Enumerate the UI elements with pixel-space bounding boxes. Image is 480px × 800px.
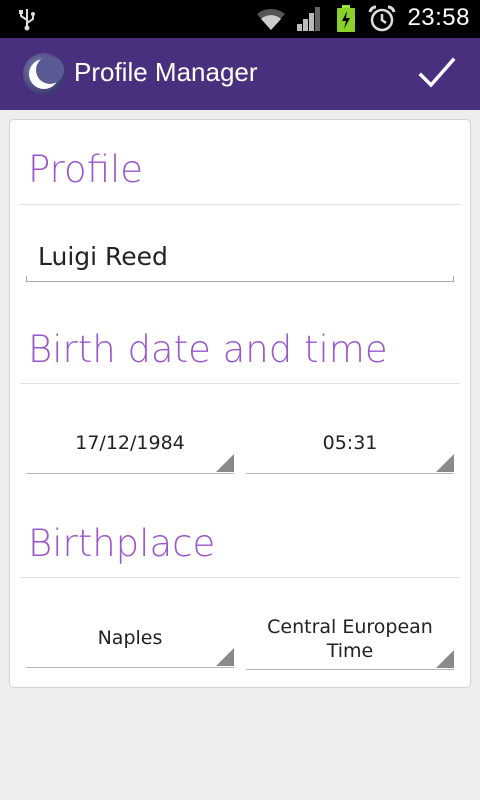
field-underline — [26, 281, 454, 282]
section-divider — [20, 383, 460, 384]
timezone-value-line2: Time — [326, 640, 374, 662]
field-underline-tick — [453, 276, 454, 282]
status-bar: 23:58 — [0, 0, 480, 38]
birth-date-spinner[interactable]: 17/12/1984 — [26, 414, 234, 474]
status-clock: 23:58 — [407, 4, 470, 31]
profile-name-value: Luigi Reed — [38, 242, 168, 271]
spinner-underline — [26, 667, 234, 668]
action-bar: Profile Manager — [0, 38, 480, 110]
wifi-icon — [257, 8, 285, 31]
spinner-arrow-icon — [216, 648, 234, 666]
spinner-underline — [26, 473, 234, 474]
app-title: Profile Manager — [74, 57, 258, 87]
spinner-underline — [246, 669, 454, 670]
birthplace-timezone-spinner[interactable]: Central European Time — [246, 610, 454, 670]
profile-section-title: Profile — [28, 148, 144, 191]
birth-section-title: Birth date and time — [28, 328, 388, 371]
alarm-clock-icon — [368, 5, 396, 32]
profile-form-card: Profile Luigi Reed Birth date and time 1… — [9, 119, 471, 688]
spinner-arrow-icon — [436, 454, 454, 472]
birthplace-city-value: Naples — [97, 627, 163, 649]
section-divider — [20, 577, 460, 578]
birth-time-value: 05:31 — [322, 432, 378, 454]
field-underline-tick — [26, 276, 27, 282]
section-divider — [20, 204, 460, 205]
checkmark-icon[interactable] — [412, 52, 462, 96]
birthplace-section-title: Birthplace — [28, 522, 216, 565]
moon-icon[interactable] — [22, 52, 66, 96]
timezone-value-line1: Central European — [267, 616, 433, 638]
spinner-underline — [246, 473, 454, 474]
birth-time-spinner[interactable]: 05:31 — [246, 414, 454, 474]
spinner-arrow-icon — [216, 454, 234, 472]
birth-date-value: 17/12/1984 — [75, 432, 185, 454]
profile-name-field[interactable]: Luigi Reed — [26, 234, 454, 282]
battery-charging-icon — [337, 5, 355, 32]
birthplace-city-spinner[interactable]: Naples — [26, 608, 234, 668]
signal-icon — [297, 7, 320, 31]
usb-icon — [19, 9, 35, 31]
spinner-arrow-icon — [436, 650, 454, 668]
